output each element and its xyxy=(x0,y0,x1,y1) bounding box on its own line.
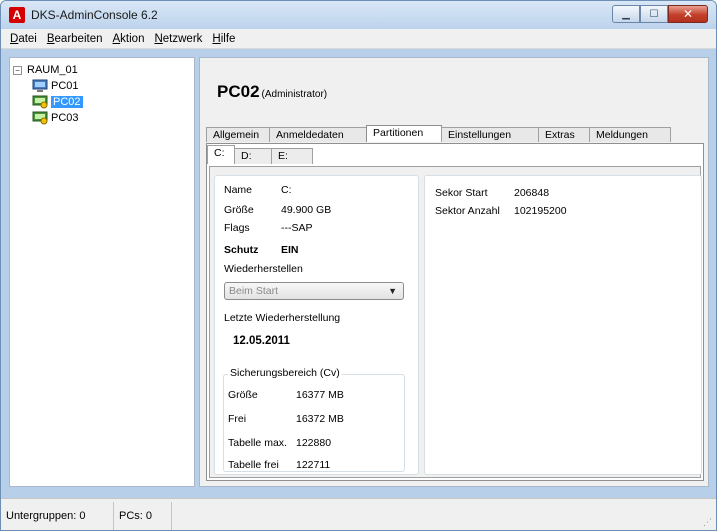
sector-count-label: Sektor Anzahl xyxy=(435,205,500,217)
tab-allgemein[interactable]: Allgemein xyxy=(206,127,270,142)
tab-anmeldedaten[interactable]: Anmeldedaten xyxy=(269,127,367,142)
main-tabs: Allgemein Anmeldedaten Partitionen Einst… xyxy=(206,125,671,143)
tab-extras[interactable]: Extras xyxy=(538,127,590,142)
last-restore-value: 12.05.2011 xyxy=(233,335,290,347)
app-window: A DKS-AdminConsole 6.2 ▁ ☐ ✕ Datei Bearb… xyxy=(0,0,717,531)
status-pcs: PCs: 0 xyxy=(114,501,172,530)
table-max-label: Tabelle max. xyxy=(228,437,287,449)
sector-start-value: 206848 xyxy=(514,187,550,199)
restore-label: Wiederherstellen xyxy=(224,263,303,275)
status-subgroups: Untergruppen: 0 xyxy=(1,501,114,530)
sector-start-label: Sekor Start xyxy=(435,187,488,199)
name-label: Name xyxy=(224,184,253,196)
subtab-d[interactable]: D: xyxy=(234,148,272,164)
window-controls: ▁ ☐ ✕ xyxy=(612,5,708,23)
restore-mode-value: Beim Start xyxy=(229,285,279,297)
sector-info-box: Sekor Start 206848 Sektor Anzahl 1021952… xyxy=(424,175,702,475)
window-title: DKS-AdminConsole 6.2 xyxy=(31,8,158,22)
backup-size-value: 16377 MB xyxy=(296,389,344,401)
minimize-button[interactable]: ▁ xyxy=(612,5,640,23)
monitor-user-icon xyxy=(32,111,48,125)
menu-hilfe[interactable]: Hilfe xyxy=(207,33,240,45)
protect-value: EIN xyxy=(281,244,299,256)
tree-item-label: PC03 xyxy=(51,112,79,124)
menu-netzwerk[interactable]: Netzwerk xyxy=(149,33,207,45)
menu-bar: Datei Bearbeiten Aktion Netzwerk Hilfe xyxy=(1,29,716,49)
tree-root-label: RAUM_01 xyxy=(27,64,78,76)
tree-root[interactable]: − RAUM_01 xyxy=(13,62,78,78)
subtab-e[interactable]: E: xyxy=(271,148,313,164)
flags-value: ---SAP xyxy=(281,222,313,234)
tab-partitionen[interactable]: Partitionen xyxy=(366,125,442,142)
backup-area-group: Sicherungsbereich (Cv) Größe 16377 MB Fr… xyxy=(223,367,405,472)
pc-role: (Administrator) xyxy=(261,89,328,100)
tab-meldungen[interactable]: Meldungen xyxy=(589,127,671,142)
table-free-value: 122711 xyxy=(296,459,331,471)
monitor-user-icon xyxy=(32,95,48,109)
resize-grip-icon[interactable]: ⋰ xyxy=(703,517,712,528)
details-panel: PC02 (Administrator) Allgemein Anmeldeda… xyxy=(199,57,709,487)
partition-info-box: Name C: Größe 49.900 GB Flags ---SAP Sch… xyxy=(214,175,419,475)
close-button[interactable]: ✕ xyxy=(668,5,708,23)
page-title: PC02 (Administrator) xyxy=(217,82,327,102)
tree-item-pc02[interactable]: PC02 xyxy=(32,94,83,110)
sector-count-value: 102195200 xyxy=(514,205,567,217)
partitionen-panel: C: D: E: Name C: Größe 49.900 GB Flags -… xyxy=(206,143,704,481)
collapse-icon[interactable]: − xyxy=(13,65,22,75)
maximize-icon: ☐ xyxy=(649,8,659,20)
subtab-c[interactable]: C: xyxy=(207,145,235,164)
app-logo-icon: A xyxy=(9,7,25,23)
name-value: C: xyxy=(281,184,292,196)
monitor-icon xyxy=(32,79,48,92)
size-label: Größe xyxy=(224,204,254,216)
title-bar[interactable]: A DKS-AdminConsole 6.2 ▁ ☐ ✕ xyxy=(1,1,716,29)
maximize-button[interactable]: ☐ xyxy=(640,5,668,23)
backup-free-label: Frei xyxy=(228,413,247,425)
backup-area-title: Sicherungsbereich (Cv) xyxy=(228,367,342,379)
backup-size-label: Größe xyxy=(228,389,258,401)
backup-free-value: 16372 MB xyxy=(296,413,344,425)
menu-datei[interactable]: Datei xyxy=(5,33,42,45)
tree-item-pc01[interactable]: PC01 xyxy=(32,78,79,94)
table-free-label: Tabelle frei xyxy=(228,459,279,471)
partition-details: Name C: Größe 49.900 GB Flags ---SAP Sch… xyxy=(209,166,702,478)
protect-label: Schutz xyxy=(224,244,259,256)
tree-item-label-selected: PC02 xyxy=(51,96,83,108)
last-restore-label: Letzte Wiederherstellung xyxy=(224,312,341,324)
size-value: 49.900 GB xyxy=(281,204,332,216)
pc-name: PC02 xyxy=(217,82,260,101)
table-max-value: 122880 xyxy=(296,437,332,449)
partition-tabs: C: D: E: xyxy=(207,145,313,166)
room-tree[interactable]: − RAUM_01 PC01 PC02 PC03 xyxy=(9,57,195,487)
minimize-icon: ▁ xyxy=(622,8,630,20)
status-bar: Untergruppen: 0 PCs: 0 ⋰ xyxy=(1,498,716,530)
chevron-down-icon: ▼ xyxy=(388,286,397,296)
close-icon: ✕ xyxy=(682,7,694,21)
tab-einstellungen[interactable]: Einstellungen xyxy=(441,127,539,142)
flags-label: Flags xyxy=(224,222,250,234)
tree-item-label: PC01 xyxy=(51,80,79,92)
tree-item-pc03[interactable]: PC03 xyxy=(32,110,79,126)
restore-mode-select[interactable]: Beim Start ▼ xyxy=(224,282,404,300)
menu-aktion[interactable]: Aktion xyxy=(108,33,150,45)
menu-bearbeiten[interactable]: Bearbeiten xyxy=(42,33,108,45)
